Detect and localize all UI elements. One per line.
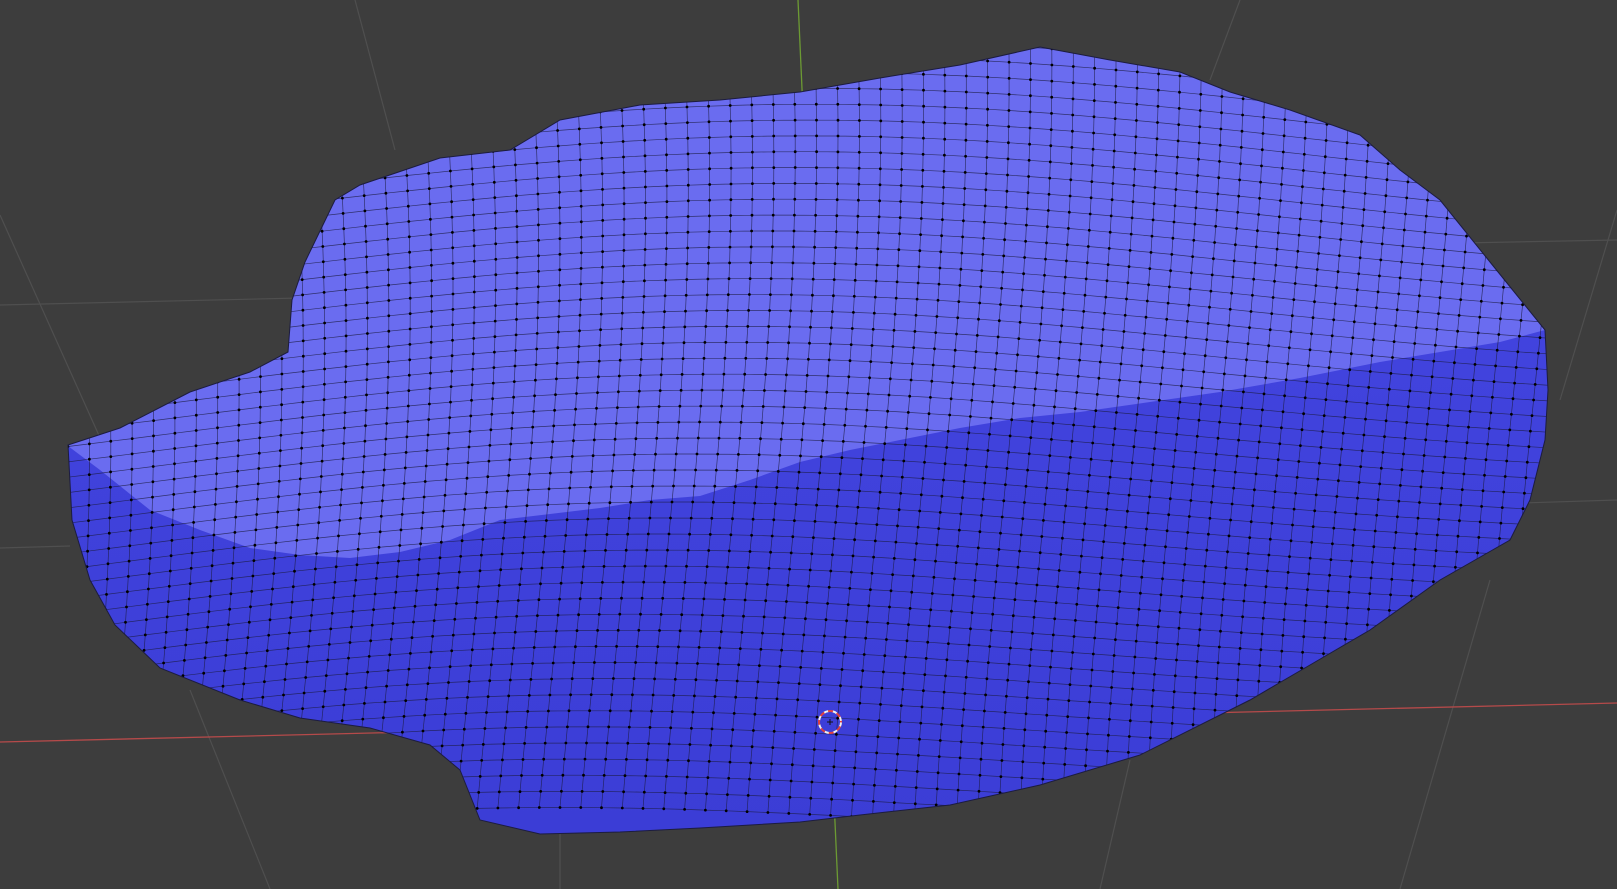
grid-line <box>354 0 396 151</box>
grid-line <box>0 545 71 549</box>
grid-line <box>1399 579 1491 889</box>
rock-mesh[interactable] <box>39 0 1607 850</box>
grid-line <box>0 214 111 461</box>
grid-line <box>189 689 271 889</box>
grid-line <box>1559 209 1617 401</box>
grid-line <box>0 297 301 306</box>
3d-viewport[interactable] <box>0 0 1617 889</box>
grid-line <box>1099 759 1131 889</box>
grid-line <box>1209 0 1241 81</box>
